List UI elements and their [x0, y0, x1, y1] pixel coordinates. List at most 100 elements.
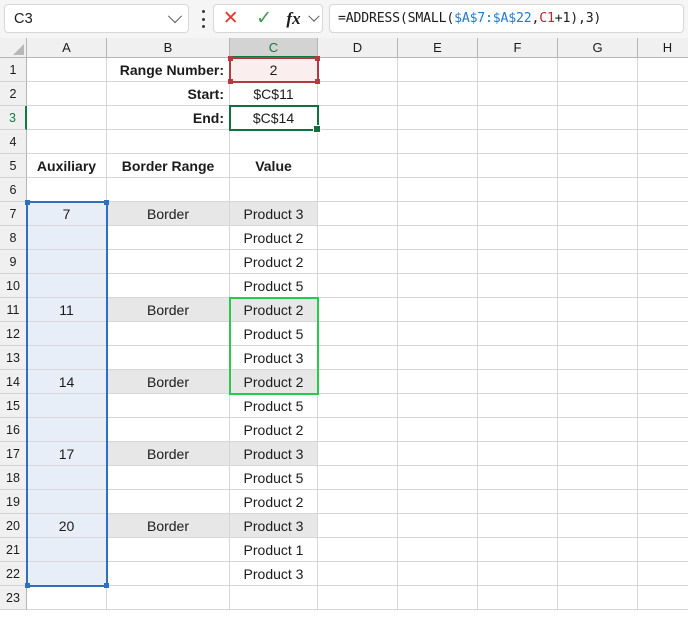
cell-A3[interactable]	[27, 106, 107, 130]
cell-C23[interactable]	[230, 586, 318, 610]
row-header-23[interactable]: 23	[0, 586, 27, 610]
column-header-h[interactable]: H	[638, 38, 688, 58]
cell-B21[interactable]	[107, 538, 230, 562]
name-box[interactable]: C3	[4, 4, 189, 33]
cell-E20[interactable]	[398, 514, 478, 538]
cell-D12[interactable]	[318, 322, 398, 346]
row-header-7[interactable]: 7	[0, 202, 27, 226]
cell-D19[interactable]	[318, 490, 398, 514]
row-header-2[interactable]: 2	[0, 82, 27, 106]
cell-D4[interactable]	[318, 130, 398, 154]
row-header-4[interactable]: 4	[0, 130, 27, 154]
cell-C18[interactable]: Product 5	[230, 466, 318, 490]
cell-E8[interactable]	[398, 226, 478, 250]
column-header-d[interactable]: D	[318, 38, 398, 58]
cell-D1[interactable]	[318, 58, 398, 82]
cell-F3[interactable]	[478, 106, 558, 130]
chevron-down-icon[interactable]	[306, 5, 322, 32]
cell-C6[interactable]	[230, 178, 318, 202]
cell-B8[interactable]	[107, 226, 230, 250]
row-header-17[interactable]: 17	[0, 442, 27, 466]
cell-G9[interactable]	[558, 250, 638, 274]
cell-F19[interactable]	[478, 490, 558, 514]
column-header-f[interactable]: F	[478, 38, 558, 58]
row-header-12[interactable]: 12	[0, 322, 27, 346]
cell-C20[interactable]: Product 3	[230, 514, 318, 538]
cell-C8[interactable]: Product 2	[230, 226, 318, 250]
cell-F14[interactable]	[478, 370, 558, 394]
row-header-9[interactable]: 9	[0, 250, 27, 274]
cancel-x-icon[interactable]: ✕	[214, 5, 247, 32]
cell-D17[interactable]	[318, 442, 398, 466]
row-header-14[interactable]: 14	[0, 370, 27, 394]
cell-C1[interactable]: 2	[230, 58, 318, 82]
cell-D3[interactable]	[318, 106, 398, 130]
cell-H16[interactable]	[638, 418, 688, 442]
cell-B16[interactable]	[107, 418, 230, 442]
cell-D11[interactable]	[318, 298, 398, 322]
cell-H18[interactable]	[638, 466, 688, 490]
cell-H15[interactable]	[638, 394, 688, 418]
cell-D18[interactable]	[318, 466, 398, 490]
cell-B20[interactable]: Border	[107, 514, 230, 538]
cell-D21[interactable]	[318, 538, 398, 562]
cell-F20[interactable]	[478, 514, 558, 538]
cell-C13[interactable]: Product 3	[230, 346, 318, 370]
cell-C19[interactable]: Product 2	[230, 490, 318, 514]
cell-F5[interactable]	[478, 154, 558, 178]
cell-E2[interactable]	[398, 82, 478, 106]
cell-E3[interactable]	[398, 106, 478, 130]
cell-G1[interactable]	[558, 58, 638, 82]
cell-B2[interactable]: Start:	[107, 82, 230, 106]
cell-H14[interactable]	[638, 370, 688, 394]
cell-B15[interactable]	[107, 394, 230, 418]
cell-A11[interactable]: 11	[27, 298, 107, 322]
cell-G10[interactable]	[558, 274, 638, 298]
cell-H11[interactable]	[638, 298, 688, 322]
cell-B14[interactable]: Border	[107, 370, 230, 394]
row-header-22[interactable]: 22	[0, 562, 27, 586]
cell-E5[interactable]	[398, 154, 478, 178]
cell-F8[interactable]	[478, 226, 558, 250]
cell-C12[interactable]: Product 5	[230, 322, 318, 346]
cell-F12[interactable]	[478, 322, 558, 346]
row-header-1[interactable]: 1	[0, 58, 27, 82]
cell-G21[interactable]	[558, 538, 638, 562]
cell-B11[interactable]: Border	[107, 298, 230, 322]
cell-H19[interactable]	[638, 490, 688, 514]
cell-C9[interactable]: Product 2	[230, 250, 318, 274]
cell-C2[interactable]: $C$11	[230, 82, 318, 106]
cell-E16[interactable]	[398, 418, 478, 442]
cell-H2[interactable]	[638, 82, 688, 106]
cell-C16[interactable]: Product 2	[230, 418, 318, 442]
cell-F10[interactable]	[478, 274, 558, 298]
cell-B22[interactable]	[107, 562, 230, 586]
select-all-triangle-icon[interactable]	[0, 38, 27, 58]
cell-A13[interactable]	[27, 346, 107, 370]
row-header-5[interactable]: 5	[0, 154, 27, 178]
cell-D5[interactable]	[318, 154, 398, 178]
cell-E23[interactable]	[398, 586, 478, 610]
cell-G22[interactable]	[558, 562, 638, 586]
cell-G20[interactable]	[558, 514, 638, 538]
cell-F4[interactable]	[478, 130, 558, 154]
cell-D14[interactable]	[318, 370, 398, 394]
cell-F13[interactable]	[478, 346, 558, 370]
column-header-a[interactable]: A	[27, 38, 107, 58]
cell-C5[interactable]: Value	[230, 154, 318, 178]
cell-H6[interactable]	[638, 178, 688, 202]
row-header-8[interactable]: 8	[0, 226, 27, 250]
cell-A9[interactable]	[27, 250, 107, 274]
cell-E13[interactable]	[398, 346, 478, 370]
cell-G4[interactable]	[558, 130, 638, 154]
cell-F9[interactable]	[478, 250, 558, 274]
cell-G2[interactable]	[558, 82, 638, 106]
cell-E7[interactable]	[398, 202, 478, 226]
cell-D7[interactable]	[318, 202, 398, 226]
row-header-19[interactable]: 19	[0, 490, 27, 514]
cell-G16[interactable]	[558, 418, 638, 442]
cell-B18[interactable]	[107, 466, 230, 490]
cell-G13[interactable]	[558, 346, 638, 370]
insert-function-icon[interactable]: fx	[281, 5, 307, 32]
cell-A5[interactable]: Auxiliary	[27, 154, 107, 178]
